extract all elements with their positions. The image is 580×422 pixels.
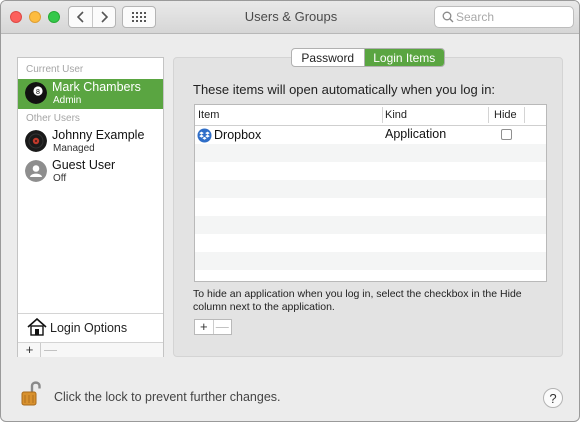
- user-role: Off: [53, 173, 67, 184]
- preferences-window: Users & Groups Search Current User 8 Mar…: [0, 0, 580, 422]
- item-cell: Dropbox: [197, 127, 261, 143]
- forward-button[interactable]: [92, 7, 115, 27]
- column-divider: [382, 107, 383, 123]
- help-button[interactable]: ?: [543, 388, 563, 408]
- tab-bar: Password Login Items: [291, 48, 445, 67]
- column-divider: [524, 107, 525, 123]
- table-row: [195, 180, 546, 198]
- column-header-kind[interactable]: Kind: [385, 105, 407, 125]
- zoom-button[interactable]: [48, 11, 60, 23]
- add-user-button[interactable]: +: [20, 343, 39, 357]
- title-bar: Users & Groups Search: [1, 1, 579, 34]
- user-list-buttons: + —: [18, 342, 163, 357]
- table-row: [195, 216, 546, 234]
- house-icon: [27, 318, 47, 336]
- back-button[interactable]: [69, 7, 93, 27]
- panel-heading: These items will open automatically when…: [193, 82, 496, 97]
- kind-cell: Application: [385, 127, 447, 141]
- other-users-label: Other Users: [26, 113, 80, 124]
- search-field[interactable]: Search: [434, 6, 574, 28]
- tab-password[interactable]: Password: [292, 49, 365, 66]
- remove-user-button[interactable]: —: [40, 343, 60, 357]
- user-row-mark-chambers[interactable]: 8 Mark Chambers Admin: [18, 79, 163, 109]
- user-name: Guest User: [52, 158, 116, 172]
- user-row-johnny-example[interactable]: Johnny Example Managed: [18, 127, 163, 157]
- table-row: [195, 198, 546, 216]
- window-title: Users & Groups: [244, 9, 338, 24]
- current-user-label: Current User: [26, 64, 84, 75]
- item-name: Dropbox: [214, 128, 262, 142]
- table-row: [195, 270, 546, 281]
- table-row: [195, 234, 546, 252]
- minimize-button[interactable]: [29, 11, 41, 23]
- column-divider: [488, 107, 489, 123]
- record-avatar: [25, 130, 47, 152]
- user-role: Managed: [53, 143, 95, 154]
- remove-login-item-button[interactable]: —: [214, 320, 232, 334]
- show-all-button[interactable]: [122, 6, 156, 28]
- column-header-hide[interactable]: Hide: [494, 105, 517, 125]
- login-items-table: Item Kind Hide Dropbox Application: [194, 104, 547, 282]
- table-row: [195, 252, 546, 270]
- table-header: Item Kind Hide: [195, 105, 546, 126]
- tab-login-items[interactable]: Login Items: [364, 49, 444, 66]
- svg-text:8: 8: [36, 89, 40, 96]
- user-role: Admin: [53, 95, 82, 106]
- user-name: Mark Chambers: [52, 80, 141, 94]
- add-login-item-button[interactable]: +: [195, 320, 214, 334]
- table-row: [195, 144, 546, 162]
- hide-instructions: To hide an application when you log in, …: [193, 288, 522, 313]
- eight-ball-avatar: 8: [25, 82, 47, 104]
- chevron-left-icon: [76, 11, 84, 23]
- users-sidebar: Current User 8 Mark Chambers Admin Other…: [17, 57, 164, 357]
- user-name: Johnny Example: [52, 128, 145, 142]
- login-options-label: Login Options: [50, 321, 128, 335]
- hide-checkbox[interactable]: [501, 129, 512, 140]
- login-items-panel: These items will open automatically when…: [173, 57, 563, 357]
- lock-message: Click the lock to prevent further change…: [54, 390, 281, 404]
- login-item-buttons: + —: [194, 319, 232, 335]
- user-row-guest-user[interactable]: Guest User Off: [18, 157, 163, 187]
- close-button[interactable]: [10, 11, 22, 23]
- table-row: [195, 162, 546, 180]
- chevron-right-icon: [100, 11, 108, 23]
- lock-icon[interactable]: [21, 379, 43, 407]
- grid-icon: [132, 12, 146, 22]
- column-header-item[interactable]: Item: [198, 105, 219, 125]
- navigation-buttons: [68, 6, 116, 28]
- login-options-item[interactable]: Login Options: [18, 313, 163, 342]
- dropbox-icon: [197, 128, 212, 142]
- search-placeholder: Search: [456, 10, 495, 24]
- table-row[interactable]: Dropbox Application: [195, 126, 546, 144]
- search-icon: [442, 11, 454, 23]
- person-icon: [25, 160, 47, 182]
